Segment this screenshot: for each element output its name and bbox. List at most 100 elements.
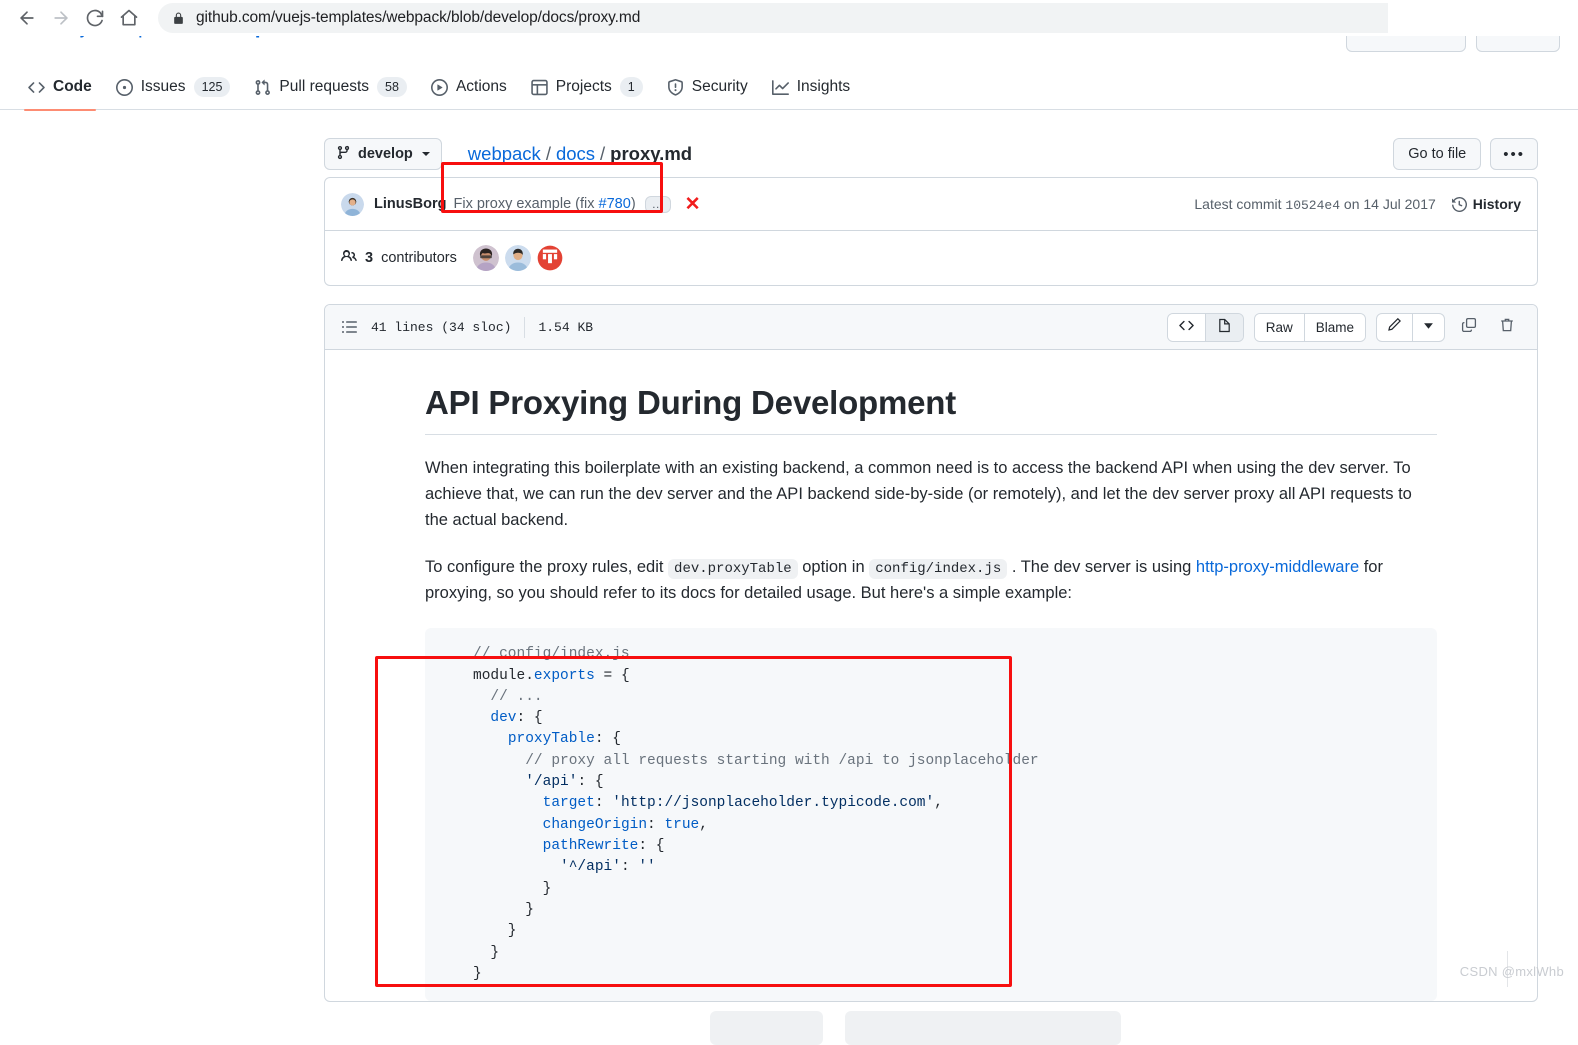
chevron-down-icon: [421, 152, 430, 156]
markdown-paragraph-1: When integrating this boilerplate with a…: [425, 459, 1412, 530]
meta-divider: [524, 316, 526, 338]
breadcrumb-slash-1: /: [545, 143, 551, 164]
commit-issue-link[interactable]: #780: [599, 196, 631, 212]
bottom-button-partial-1[interactable]: [710, 1011, 823, 1045]
tab-pull-requests-label: Pull requests: [279, 78, 370, 95]
edit-dropdown-button[interactable]: [1412, 313, 1444, 341]
blame-button[interactable]: Blame: [1303, 313, 1365, 341]
graph-icon: [771, 79, 789, 96]
file-preview-icon: [1217, 318, 1232, 336]
tab-security[interactable]: Security: [655, 65, 760, 110]
code-line-3-wrap: dev: {: [490, 710, 543, 727]
tab-pull-requests[interactable]: Pull requests 58: [242, 65, 419, 110]
contributor-avatar-2[interactable]: [504, 245, 531, 271]
commit-message[interactable]: Fix proxy example (fix #780): [454, 196, 636, 212]
view-code-button[interactable]: [1167, 313, 1205, 341]
copy-button[interactable]: [1455, 313, 1483, 341]
edit-file-button[interactable]: [1377, 314, 1412, 341]
commit-sha[interactable]: 10524e4: [1285, 198, 1340, 213]
contributor-avatar-1[interactable]: [472, 245, 499, 271]
repo-owner-link[interactable]: vuejs-templates: [47, 36, 194, 39]
file-size: 1.54 KB: [538, 319, 594, 335]
delete-button[interactable]: [1493, 313, 1521, 341]
branch-selector-button[interactable]: develop: [324, 138, 442, 170]
repo-book-icon: [24, 36, 40, 39]
repo-separator: /: [201, 36, 207, 39]
file-topbar: develop webpack / docs / proxy.md Go to …: [324, 131, 1538, 177]
breadcrumb-current-file: proxy.md: [610, 143, 693, 164]
branch-icon: [336, 145, 351, 164]
contributors-label[interactable]: 3 contributors: [341, 248, 457, 268]
raw-button[interactable]: Raw: [1254, 313, 1304, 341]
list-lines-icon[interactable]: [341, 319, 357, 335]
contributor-avatar-3[interactable]: [536, 245, 563, 271]
history-link[interactable]: History: [1451, 196, 1521, 212]
back-icon[interactable]: [10, 1, 44, 35]
raw-blame-toggle: Raw Blame: [1253, 312, 1366, 342]
code-line-8-wrap: changeOrigin: true,: [542, 816, 708, 833]
latest-commit-bar: LinusBorg Fix proxy example (fix #780) ……: [324, 177, 1538, 231]
address-bar[interactable]: github.com/vuejs-templates/webpack/blob/…: [158, 3, 1528, 33]
view-preview-button[interactable]: [1204, 313, 1243, 341]
lock-icon: [172, 12, 185, 25]
repo-name-link[interactable]: webpack: [214, 36, 303, 39]
code-line-12: }: [473, 901, 534, 918]
tab-issues-count: 125: [193, 77, 231, 97]
repo-watch-button-partial[interactable]: [1346, 36, 1466, 52]
code-block-example: // config/index.js module.exports = { //…: [425, 628, 1437, 1002]
go-to-file-button[interactable]: Go to file: [1393, 138, 1482, 170]
file-content-header: 41 lines (34 sloc) 1.54 KB Raw Blame: [325, 305, 1537, 350]
breadcrumb-repo-link[interactable]: webpack: [468, 143, 541, 165]
tab-actions-label: Actions: [455, 78, 507, 95]
table-icon: [531, 79, 548, 96]
code-view-icon: [1178, 318, 1194, 336]
commit-author-name[interactable]: LinusBorg: [374, 196, 447, 212]
code-icon: [28, 79, 45, 96]
bottom-button-partial-2[interactable]: [845, 1011, 1121, 1045]
play-icon: [430, 78, 448, 96]
repo-fork-button-partial[interactable]: [1476, 36, 1560, 52]
contributors-bar: 3 contributors: [324, 231, 1538, 286]
branch-name-label: develop: [358, 146, 413, 162]
commit-message-suffix: ): [630, 196, 636, 212]
author-avatar[interactable]: [341, 192, 364, 216]
forward-icon[interactable]: [44, 1, 78, 35]
edit-button-group: [1376, 312, 1445, 342]
breadcrumb-folder-link[interactable]: docs: [556, 143, 595, 165]
code-line-4-wrap: proxyTable: {: [507, 731, 621, 748]
page-title: API Proxying During Development: [425, 384, 1437, 435]
tab-projects[interactable]: Projects 1: [519, 65, 655, 110]
failed-check-x-icon[interactable]: ✕: [685, 195, 701, 214]
file-path-breadcrumb: webpack / docs / proxy.md: [456, 133, 704, 175]
code-line-5: // proxy all requests starting with /api…: [473, 752, 1039, 769]
file-content-box: 41 lines (34 sloc) 1.54 KB Raw Blame API…: [324, 304, 1538, 1003]
latest-commit-info: Latest commit 10524e4 on 14 Jul 2017: [1194, 196, 1435, 213]
tab-issues[interactable]: Issues 125: [104, 65, 243, 110]
browser-toolbar-right-spacer: [1388, 0, 1578, 36]
file-lines-count: 41 lines (34 sloc): [371, 319, 512, 335]
commit-meta: Latest commit 10524e4 on 14 Jul 2017 His…: [1194, 196, 1521, 213]
commit-expand-button[interactable]: …: [644, 195, 671, 213]
reload-icon[interactable]: [78, 1, 112, 35]
contributors-text: contributors: [381, 250, 457, 266]
paragraph2-part1: To configure the proxy rules, edit: [425, 557, 669, 576]
http-proxy-middleware-link[interactable]: http-proxy-middleware: [1196, 558, 1359, 576]
trash-icon: [1499, 317, 1515, 338]
bottom-partial-buttons: [710, 1011, 1121, 1045]
home-icon[interactable]: [112, 1, 146, 35]
inline-code-config-index: config/index.js: [869, 558, 1008, 579]
history-label: History: [1472, 196, 1521, 212]
inline-code-proxytable: dev.proxyTable: [668, 558, 798, 579]
tab-projects-label: Projects: [555, 78, 612, 95]
file-content-actions: Raw Blame: [1166, 312, 1521, 342]
github-page: vuejs-templates / webpack Public Code Is…: [0, 36, 1578, 1045]
repo-header-cutoff: vuejs-templates / webpack Public: [0, 36, 1578, 65]
code-line-11: }: [473, 880, 552, 897]
more-options-button[interactable]: •••: [1490, 138, 1538, 170]
contributor-avatars: [472, 245, 563, 271]
tab-code[interactable]: Code: [16, 65, 104, 111]
tab-insights[interactable]: Insights: [760, 65, 862, 110]
tab-actions[interactable]: Actions: [419, 65, 519, 110]
breadcrumb-slash-2: /: [600, 143, 606, 164]
code-line-13: }: [473, 923, 517, 940]
